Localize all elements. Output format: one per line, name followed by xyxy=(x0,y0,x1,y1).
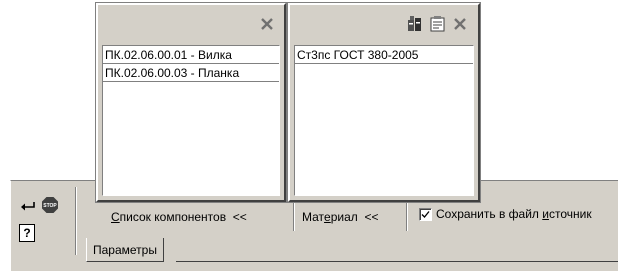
panel-divider xyxy=(75,187,77,255)
components-popup-header xyxy=(98,5,284,43)
list-item[interactable]: ПК.02.06.00.03 - Планка xyxy=(103,64,279,82)
components-list-button[interactable]: Список компонентов << xyxy=(101,205,288,229)
tab-strip-line xyxy=(176,261,618,262)
checkbox-box[interactable] xyxy=(419,207,432,221)
button-divider xyxy=(293,201,295,231)
list-item[interactable]: Ст3пс ГОСТ 380-2005 xyxy=(295,46,473,64)
list-item[interactable]: ПК.02.06.00.01 - Вилка xyxy=(103,46,279,64)
stop-icon[interactable]: STOP xyxy=(41,196,59,214)
enter-arrow-icon[interactable] xyxy=(19,198,37,216)
material-popup: Ст3пс ГОСТ 380-2005 xyxy=(287,2,481,203)
library-icon[interactable] xyxy=(406,15,424,33)
panel-left-toolbar: STOP ? xyxy=(11,181,69,271)
components-popup: ПК.02.06.00.01 - Вилка ПК.02.06.00.03 - … xyxy=(95,2,287,203)
properties-icon[interactable] xyxy=(429,15,447,33)
tab-parameters[interactable]: Параметры xyxy=(86,238,164,262)
material-popup-header xyxy=(290,5,478,43)
save-checkbox-label: Сохранить в файл источник xyxy=(436,207,592,221)
button-divider xyxy=(406,201,408,231)
components-button-label: писок компонентов << xyxy=(119,210,247,224)
save-to-source-checkbox[interactable]: Сохранить в файл источник xyxy=(419,207,592,221)
close-icon[interactable] xyxy=(451,15,469,33)
material-button[interactable]: Мат е риал << xyxy=(296,205,402,229)
svg-text:STOP: STOP xyxy=(43,203,57,209)
components-list[interactable]: ПК.02.06.00.01 - Вилка ПК.02.06.00.03 - … xyxy=(102,45,280,196)
components-button-accel: С xyxy=(111,210,120,224)
material-list[interactable]: Ст3пс ГОСТ 380-2005 xyxy=(294,45,474,196)
close-icon[interactable] xyxy=(258,15,276,33)
help-icon[interactable]: ? xyxy=(19,224,35,242)
